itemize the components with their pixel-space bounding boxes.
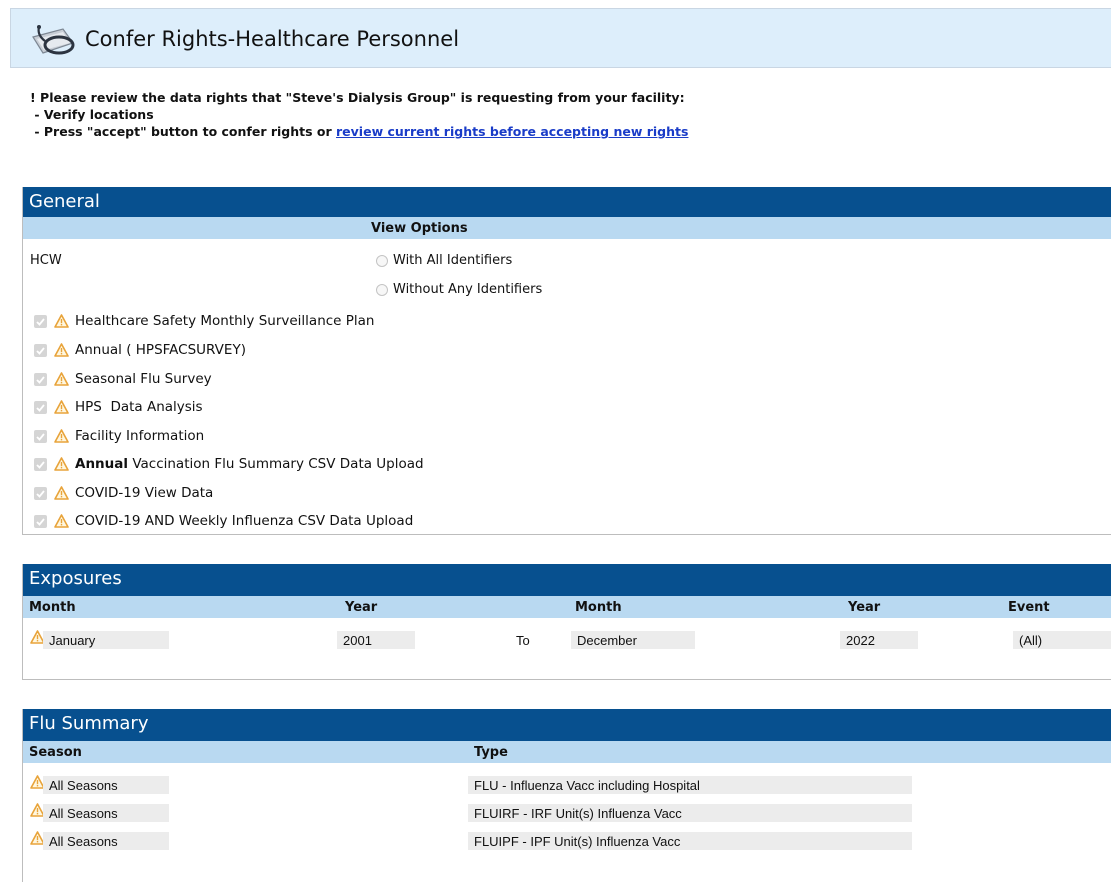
flu-summary-section-title: Flu Summary: [29, 713, 149, 734]
rights-item: Healthcare Safety Monthly Surveillance P…: [23, 312, 1111, 334]
from-year-field: 2001: [337, 631, 415, 649]
exposures-column-header: Month Year Month Year Event: [23, 596, 1111, 618]
to-year-field: 2022: [840, 631, 918, 649]
with-all-identifiers-label: With All Identifiers: [393, 253, 513, 268]
confer-rights-page: Confer Rights-Healthcare Personnel ! Ple…: [0, 0, 1111, 882]
column-month-from: Month: [29, 600, 76, 615]
general-section-title: General: [29, 191, 100, 212]
season-field: All Seasons: [43, 804, 169, 822]
rights-item-label: Healthcare Safety Monthly Surveillance P…: [75, 313, 375, 329]
page-title-bar: Confer Rights-Healthcare Personnel: [10, 8, 1111, 68]
instruction-line-3: - Press "accept" button to confer rights…: [30, 124, 688, 139]
instruction-line-1: ! Please review the data rights that "St…: [30, 90, 685, 105]
warning-icon: [54, 514, 69, 528]
rights-checkbox[interactable]: [34, 515, 47, 528]
column-year-from: Year: [345, 600, 378, 615]
rights-item-label: HPS Data Analysis: [75, 399, 203, 415]
column-event: Event: [1008, 600, 1050, 615]
rights-checkbox[interactable]: [34, 315, 47, 328]
rights-item: Annual ( HPSFACSURVEY): [23, 341, 1111, 363]
rights-checkbox[interactable]: [34, 458, 47, 471]
warning-icon: [54, 486, 69, 500]
rights-item-label: Annual Vaccination Flu Summary CSV Data …: [75, 456, 424, 472]
from-month-field: January: [43, 631, 169, 649]
to-label: To: [516, 633, 530, 648]
rights-item: COVID-19 AND Weekly Influenza CSV Data U…: [23, 512, 1111, 534]
instruction-line-2: - Verify locations: [30, 107, 154, 122]
warning-icon: [54, 429, 69, 443]
flu-summary-section-header: Flu Summary: [23, 709, 1111, 741]
warning-icon: [54, 314, 69, 328]
exposures-section-header: Exposures: [23, 564, 1111, 596]
rights-item-label: COVID-19 AND Weekly Influenza CSV Data U…: [75, 513, 414, 529]
rights-checkbox[interactable]: [34, 401, 47, 414]
rights-item: Seasonal Flu Survey: [23, 370, 1111, 392]
rights-item-label: COVID-19 View Data: [75, 485, 214, 501]
column-season: Season: [29, 745, 82, 760]
season-field: All Seasons: [43, 776, 169, 794]
warning-icon: [54, 372, 69, 386]
rights-item: COVID-19 View Data: [23, 484, 1111, 506]
warning-icon: [54, 343, 69, 357]
column-type: Type: [474, 745, 508, 760]
type-field: FLUIPF - IPF Unit(s) Influenza Vacc: [468, 832, 912, 850]
view-options-header: View Options: [23, 217, 1111, 239]
warning-icon: [54, 400, 69, 414]
general-section: General View Options HCW With All Identi…: [22, 187, 1111, 535]
type-field: FLUIRF - IRF Unit(s) Influenza Vacc: [468, 804, 912, 822]
season-field: All Seasons: [43, 832, 169, 850]
view-options-label: View Options: [371, 221, 468, 236]
without-any-identifiers-radio[interactable]: [376, 284, 388, 296]
column-year-to: Year: [848, 600, 881, 615]
rights-checkbox[interactable]: [34, 430, 47, 443]
flu-summary-row: All Seasons FLU - Influenza Vacc includi…: [23, 775, 1111, 795]
without-any-identifiers-label: Without Any Identifiers: [393, 282, 543, 297]
rights-item-label: Annual ( HPSFACSURVEY): [75, 342, 246, 358]
exposures-section: Exposures Month Year Month Year Event Ja…: [22, 564, 1111, 680]
page-title: Confer Rights-Healthcare Personnel: [85, 27, 460, 51]
hcw-label: HCW: [30, 253, 62, 268]
review-current-rights-link[interactable]: review current rights before accepting n…: [336, 124, 688, 139]
rights-item: HPS Data Analysis: [23, 398, 1111, 420]
exposures-section-title: Exposures: [29, 568, 122, 589]
flu-summary-row: All Seasons FLUIRF - IRF Unit(s) Influen…: [23, 803, 1111, 823]
general-section-header: General: [23, 187, 1111, 217]
rights-item-label: Seasonal Flu Survey: [75, 371, 212, 387]
to-month-field: December: [571, 631, 695, 649]
stethoscope-icon: [32, 25, 75, 55]
type-field: FLU - Influenza Vacc including Hospital: [468, 776, 912, 794]
event-field: (All): [1013, 631, 1111, 649]
rights-checkbox[interactable]: [34, 487, 47, 500]
flu-summary-section: Flu Summary Season Type All Seasons FLU …: [22, 709, 1111, 882]
column-month-to: Month: [575, 600, 622, 615]
flu-summary-row: All Seasons FLUIPF - IPF Unit(s) Influen…: [23, 831, 1111, 851]
rights-checkbox[interactable]: [34, 344, 47, 357]
rights-item-label: Facility Information: [75, 428, 205, 444]
rights-checkbox[interactable]: [34, 373, 47, 386]
warning-icon: [54, 457, 69, 471]
with-all-identifiers-radio[interactable]: [376, 255, 388, 267]
rights-item: Facility Information: [23, 427, 1111, 449]
instruction-line-3-prefix: - Press "accept" button to confer rights…: [30, 124, 337, 139]
flu-summary-column-header: Season Type: [23, 741, 1111, 763]
rights-item: Annual Vaccination Flu Summary CSV Data …: [23, 455, 1111, 477]
